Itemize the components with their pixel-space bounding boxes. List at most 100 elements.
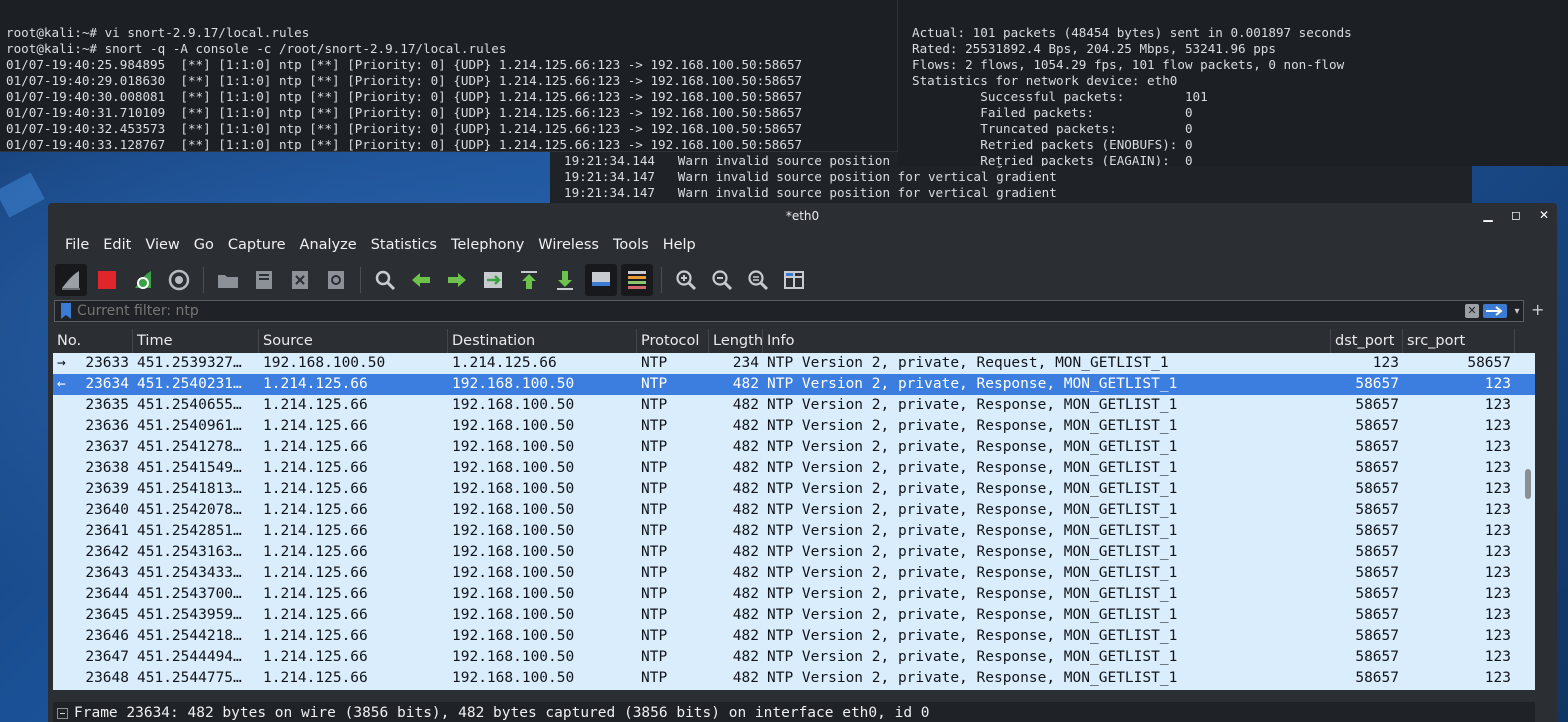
capture-options-icon[interactable] (163, 264, 195, 296)
packet-row[interactable]: 23645 451.2543959… 1.214.125.66 192.168.100… (53, 605, 1535, 626)
restart-capture-icon[interactable] (127, 264, 159, 296)
add-filter-button-icon[interactable]: + (1531, 300, 1544, 319)
packet-row[interactable]: 23643 451.2543433… 1.214.125.66 192.168.100… (53, 563, 1535, 584)
zoom-normal-icon[interactable] (742, 264, 774, 296)
apply-filter-button[interactable] (1483, 304, 1507, 318)
packet-list-hscrollbar[interactable] (53, 690, 1535, 696)
packet-src-port-text: 123 (1484, 397, 1511, 413)
column-header-dst-port[interactable]: dst_port (1331, 329, 1403, 353)
packet-row[interactable]: 23638 451.2541549… 1.214.125.66 192.168.100… (53, 458, 1535, 479)
open-file-icon[interactable] (212, 264, 244, 296)
packet-destination-text: 192.168.100.50 (452, 376, 575, 392)
column-header-source[interactable]: Source (259, 329, 448, 353)
column-header-protocol[interactable]: Protocol (637, 329, 709, 353)
packet-destination-text: 192.168.100.50 (452, 523, 575, 539)
packet-row[interactable]: 23639 451.2541813… 1.214.125.66 192.168.100… (53, 479, 1535, 500)
menu-file[interactable]: File (58, 237, 96, 253)
terminal-tcpreplay-line-text: Retried packets (ENOBUFS): 0 (912, 137, 1193, 152)
autoscroll-icon[interactable] (585, 264, 617, 296)
filter-history-dropdown[interactable]: ▾ (1511, 306, 1523, 317)
terminal-snort-line: 01/07-19:40:31.710109 [**] [1:1:0] ntp [… (6, 105, 897, 121)
packet-src-port-text: 123 (1484, 670, 1511, 686)
packet-protocol-text: NTP (641, 502, 668, 518)
menu-analyze[interactable]: Analyze (293, 237, 364, 253)
packet-row[interactable]: 23636 451.2540961… 1.214.125.66 192.168.100… (53, 416, 1535, 437)
bookmark-icon[interactable] (59, 302, 73, 320)
packet-src-port-text: 123 (1484, 418, 1511, 434)
packet-row[interactable]: 23635 451.2540655… 1.214.125.66 192.168.100… (53, 395, 1535, 416)
shark-fin-start-icon[interactable] (55, 264, 87, 296)
packet-src-port: 123 (1403, 542, 1515, 563)
packet-info: NTP Version 2, private, Response, MON_GE… (763, 500, 1331, 521)
menu-view[interactable]: View (138, 237, 186, 253)
column-header-no[interactable]: No. (53, 329, 133, 353)
terminal-snort[interactable]: root@kali:~# vi snort-2.9.17/local.rules… (0, 0, 898, 152)
packet-length-text: 482 (732, 565, 759, 581)
collapse-toggle-icon[interactable] (57, 707, 68, 719)
packet-row[interactable]: 23641 451.2542851… 1.214.125.66 192.168.100… (53, 521, 1535, 542)
column-header-length[interactable]: Length (709, 329, 763, 353)
terminal-snort-line-text: 01/07-19:40:31.710109 [**] [1:1:0] ntp [… (6, 105, 803, 120)
minimize-button[interactable]: ▁ (1481, 208, 1495, 222)
menu-telephony[interactable]: Telephony (444, 237, 531, 253)
menu-go[interactable]: Go (187, 237, 221, 253)
packet-destination: 192.168.100.50 (448, 542, 637, 563)
save-file-icon[interactable] (248, 264, 280, 296)
packet-dst-port: 58657 (1331, 500, 1403, 521)
terminal-tcpreplay[interactable]: Actual: 101 packets (48454 bytes) sent i… (898, 0, 1568, 166)
display-filter-input[interactable] (77, 303, 1465, 319)
menu-capture[interactable]: Capture (221, 237, 293, 253)
menu-help[interactable]: Help (656, 237, 703, 253)
packet-list-scrollbar[interactable] (1525, 469, 1531, 499)
terminal-snort-line: root@kali:~# snort -q -A console -c /roo… (6, 41, 897, 57)
title-bar[interactable]: *eth0 ▁ ◻ ✕ (48, 203, 1557, 231)
packet-time: 451.2541549… (133, 458, 259, 479)
reload-file-icon[interactable] (320, 264, 352, 296)
zoom-in-icon[interactable] (670, 264, 702, 296)
packet-source-text: 1.214.125.66 (263, 376, 368, 392)
packet-destination: 192.168.100.50 (448, 500, 637, 521)
find-packet-icon[interactable] (369, 264, 401, 296)
go-back-icon[interactable] (405, 264, 437, 296)
clear-filter-icon[interactable]: ✕ (1465, 304, 1479, 318)
packet-row[interactable]: 23637 451.2541278… 1.214.125.66 192.168.100… (53, 437, 1535, 458)
terminal-snort-line-text: 01/07-19:40:33.128767 [**] [1:1:0] ntp [… (6, 137, 803, 152)
packet-dst-port-text: 58657 (1355, 670, 1399, 686)
packet-source: 1.214.125.66 (259, 563, 448, 584)
terminal-tcpreplay-line-text: Statistics for network device: eth0 (912, 73, 1178, 88)
menu-statistics[interactable]: Statistics (364, 237, 444, 253)
packet-list[interactable]: No. Time Source Destination Protocol Len… (53, 329, 1535, 696)
menu-tools[interactable]: Tools (606, 237, 656, 253)
terminal-tcpreplay-line: Rated: 25531892.4 Bps, 204.25 Mbps, 5324… (912, 41, 1568, 57)
menu-edit[interactable]: Edit (96, 237, 138, 253)
zoom-out-icon[interactable] (706, 264, 738, 296)
packet-row[interactable]: → 23633 451.2539327… 192.168.100.50 1.214.12… (53, 353, 1535, 374)
column-header-src-port[interactable]: src_port (1403, 329, 1515, 353)
packet-row[interactable]: 23648 451.2544775… 1.214.125.66 192.168.100… (53, 668, 1535, 689)
packet-src-port-text: 123 (1484, 628, 1511, 644)
menu-wireless[interactable]: Wireless (531, 237, 606, 253)
column-header-time[interactable]: Time (133, 329, 259, 353)
resize-columns-icon[interactable] (778, 264, 810, 296)
packet-destination-text: 192.168.100.50 (452, 460, 575, 476)
go-first-icon[interactable] (513, 264, 545, 296)
packet-row[interactable]: 23642 451.2543163… 1.214.125.66 192.168.100… (53, 542, 1535, 563)
close-button[interactable]: ✕ (1537, 208, 1551, 222)
maximize-button[interactable]: ◻ (1509, 208, 1523, 222)
packet-row[interactable]: 23644 451.2543700… 1.214.125.66 192.168.100… (53, 584, 1535, 605)
colorize-icon[interactable] (621, 264, 653, 296)
stop-capture-icon[interactable] (91, 264, 123, 296)
packet-row[interactable]: 23647 451.2544494… 1.214.125.66 192.168.100… (53, 647, 1535, 668)
packet-src-port-text: 123 (1484, 376, 1511, 392)
column-header-info[interactable]: Info (763, 329, 1331, 353)
column-header-destination[interactable]: Destination (448, 329, 637, 353)
go-to-packet-icon[interactable] (477, 264, 509, 296)
go-forward-icon[interactable] (441, 264, 473, 296)
packet-row[interactable]: 23646 451.2544218… 1.214.125.66 192.168.100… (53, 626, 1535, 647)
go-last-icon[interactable] (549, 264, 581, 296)
packet-time-text: 451.2539327… (137, 355, 242, 371)
selected-packet-row[interactable]: ← 23634 451.2540231… 1.214.125.66 192.168.10… (53, 374, 1535, 395)
packet-details-pane[interactable]: Frame 23634: 482 bytes on wire (3856 bit… (53, 702, 1535, 722)
close-file-icon[interactable] (284, 264, 316, 296)
packet-row[interactable]: 23640 451.2542078… 1.214.125.66 192.168.100… (53, 500, 1535, 521)
